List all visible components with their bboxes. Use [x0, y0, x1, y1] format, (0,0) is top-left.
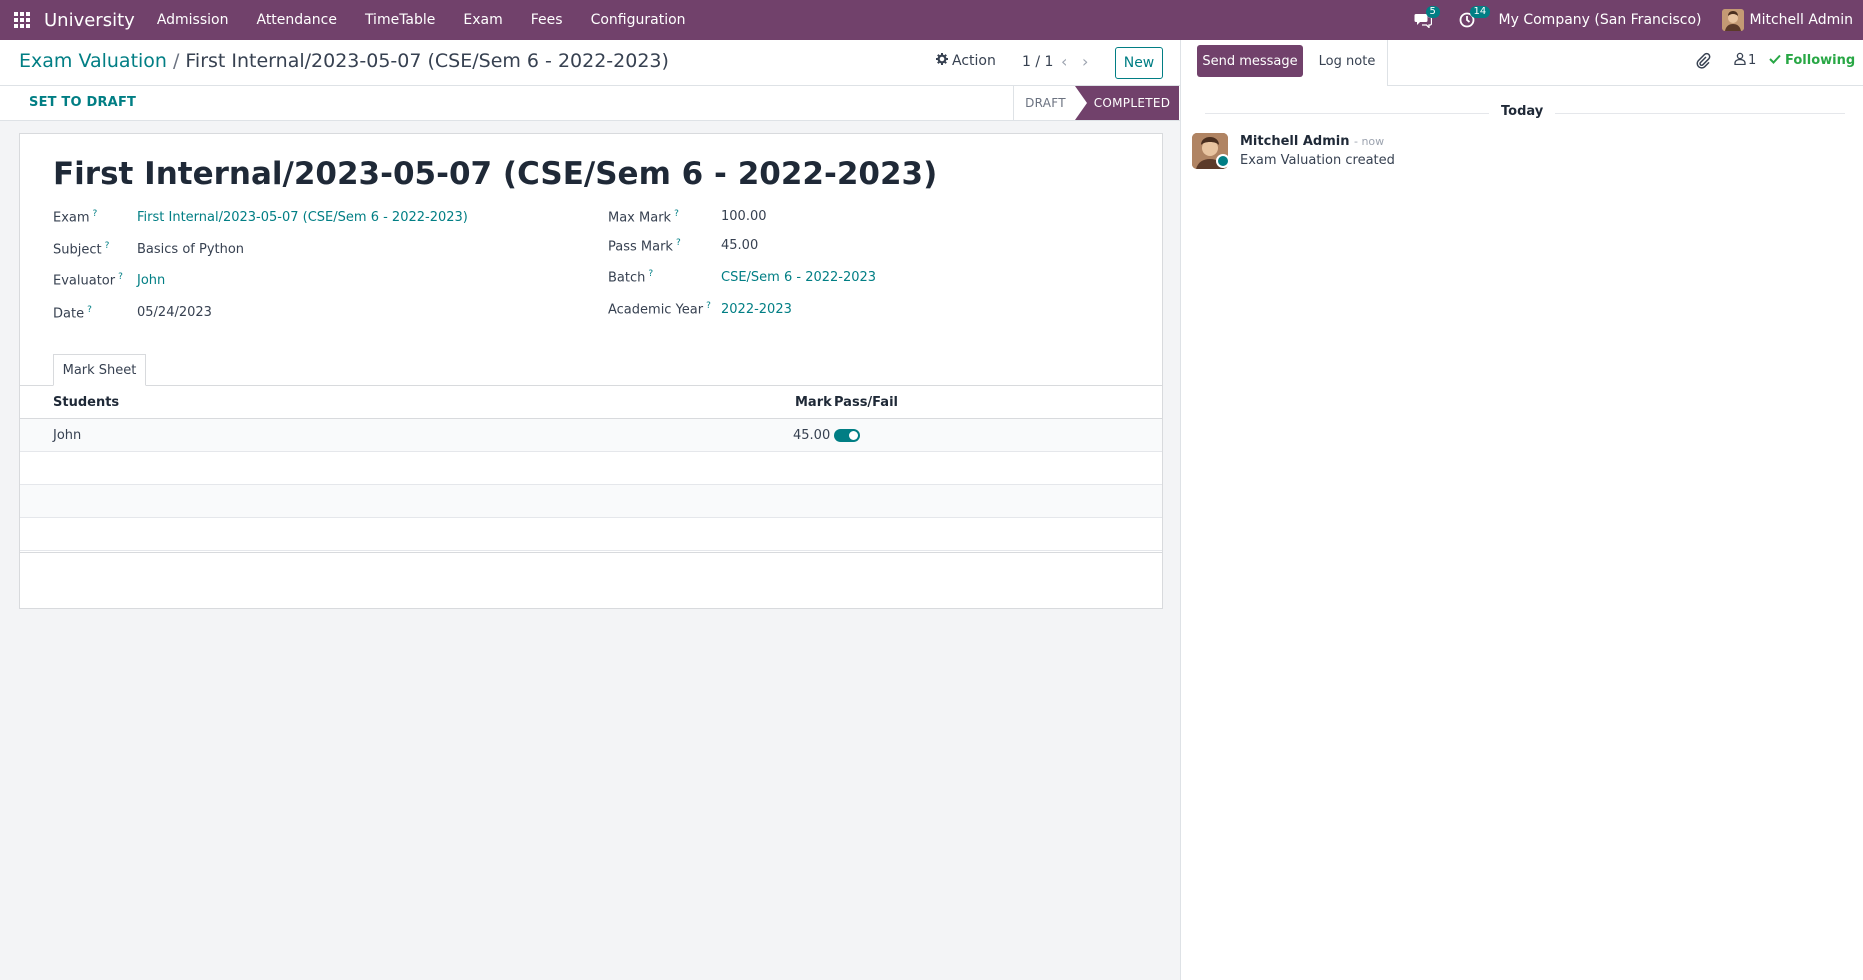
field-subject[interactable]: Basics of Python: [137, 242, 244, 257]
message-time: - now: [1353, 135, 1385, 148]
status-bar: SET TO DRAFT DRAFT COMPLETED: [0, 86, 1180, 121]
breadcrumb-separator: /: [172, 50, 180, 72]
pager-previous-icon[interactable]: ‹: [1061, 52, 1067, 71]
table-row-empty: [20, 485, 1162, 518]
menu-admission[interactable]: Admission: [157, 12, 229, 28]
column-students[interactable]: Students: [53, 395, 119, 410]
field-label-pass-mark: Pass Mark?: [608, 238, 681, 255]
table-bottom-border: [20, 552, 1162, 553]
send-message-button[interactable]: Send message: [1197, 45, 1303, 77]
activities-icon[interactable]: 14: [1455, 6, 1491, 32]
menu-exam[interactable]: Exam: [463, 12, 502, 28]
gear-icon: [936, 53, 948, 69]
field-date[interactable]: 05/24/2023: [137, 305, 212, 320]
column-mark[interactable]: Mark: [795, 395, 832, 410]
field-label-max-mark: Max Mark?: [608, 209, 679, 226]
record-title: First Internal/2023-05-07 (CSE/Sem 6 - 2…: [53, 156, 938, 192]
action-button[interactable]: Action: [936, 53, 996, 69]
set-to-draft-button[interactable]: SET TO DRAFT: [29, 95, 136, 110]
check-icon: [1769, 53, 1781, 68]
company-switcher[interactable]: My Company (San Francisco): [1499, 12, 1702, 28]
field-academic-year[interactable]: 2022-2023: [721, 302, 792, 317]
message-author: Mitchell Admin - now: [1240, 134, 1384, 149]
top-navbar: University Admission Attendance TimeTabl…: [0, 0, 1863, 40]
field-label-date: Date?: [53, 305, 92, 322]
form-sheet: First Internal/2023-05-07 (CSE/Sem 6 - 2…: [19, 133, 1163, 609]
table-row-empty: [20, 452, 1162, 485]
apps-menu-icon[interactable]: [0, 0, 44, 40]
paperclip-icon[interactable]: [1695, 52, 1715, 72]
cell-student[interactable]: John: [53, 428, 81, 443]
field-exam[interactable]: First Internal/2023-05-07 (CSE/Sem 6 - 2…: [137, 210, 468, 225]
stage-draft[interactable]: DRAFT: [1013, 86, 1077, 120]
field-label-academic-year: Academic Year?: [608, 301, 711, 318]
pass-fail-toggle[interactable]: [834, 429, 860, 442]
menu-attendance[interactable]: Attendance: [256, 12, 336, 28]
mark-sheet-table: Students Mark Pass/Fail John 45.00: [20, 386, 1162, 551]
breadcrumb-exam-valuation[interactable]: Exam Valuation: [19, 50, 167, 72]
following-label: Following: [1785, 53, 1856, 68]
user-icon: [1734, 52, 1746, 69]
field-pass-mark[interactable]: 45.00: [721, 238, 758, 253]
messages-icon[interactable]: 5: [1411, 6, 1440, 32]
table-header: Students Mark Pass/Fail: [20, 386, 1162, 419]
chatter-top-border: [1388, 85, 1863, 86]
table-row-empty: [20, 518, 1162, 551]
control-panel: Exam Valuation / First Internal/2023-05-07…: [0, 40, 1180, 86]
activities-badge: 14: [1469, 6, 1491, 18]
column-pass-fail[interactable]: Pass/Fail: [834, 395, 898, 410]
followers-button[interactable]: 1: [1734, 52, 1756, 69]
breadcrumb: Exam Valuation / First Internal/2023-05-07…: [19, 50, 669, 72]
tab-mark-sheet[interactable]: Mark Sheet: [53, 354, 146, 386]
online-status-icon: [1216, 154, 1230, 168]
field-batch[interactable]: CSE/Sem 6 - 2022-2023: [721, 270, 876, 285]
table-row[interactable]: John 45.00: [20, 419, 1162, 452]
field-label-batch: Batch?: [608, 269, 654, 286]
menu-configuration[interactable]: Configuration: [591, 12, 686, 28]
chatter-divider: [1387, 40, 1388, 86]
followers-count: 1: [1748, 53, 1757, 68]
pager-value[interactable]: 1 / 1: [1022, 54, 1053, 70]
field-label-subject: Subject?: [53, 241, 110, 258]
menu-timetable[interactable]: TimeTable: [365, 12, 435, 28]
new-button[interactable]: New: [1115, 47, 1163, 79]
stage-completed[interactable]: COMPLETED: [1075, 86, 1179, 120]
following-button[interactable]: Following: [1769, 53, 1855, 68]
app-brand[interactable]: University: [44, 10, 135, 31]
user-menu[interactable]: Mitchell Admin: [1750, 12, 1854, 28]
field-evaluator[interactable]: John: [137, 273, 165, 288]
message-body: Exam Valuation created: [1240, 153, 1395, 168]
message-author-name[interactable]: Mitchell Admin: [1240, 134, 1349, 149]
field-label-exam: Exam?: [53, 209, 98, 226]
messages-badge: 5: [1425, 6, 1440, 18]
cell-mark[interactable]: 45.00: [793, 428, 830, 443]
date-separator: Today: [1489, 104, 1556, 119]
action-label: Action: [952, 53, 996, 69]
breadcrumb-current: First Internal/2023-05-07 (CSE/Sem 6 - 2…: [185, 50, 669, 72]
log-note-button[interactable]: Log note: [1307, 45, 1387, 77]
menu-fees[interactable]: Fees: [531, 12, 563, 28]
pager-next-icon[interactable]: ›: [1082, 52, 1088, 71]
chatter-panel: Send message Log note 1 Following Today …: [1180, 40, 1863, 980]
field-max-mark[interactable]: 100.00: [721, 209, 767, 224]
user-avatar[interactable]: [1721, 9, 1744, 31]
chatter-topbar: Send message Log note 1 Following: [1181, 40, 1863, 86]
field-label-evaluator: Evaluator?: [53, 272, 123, 289]
